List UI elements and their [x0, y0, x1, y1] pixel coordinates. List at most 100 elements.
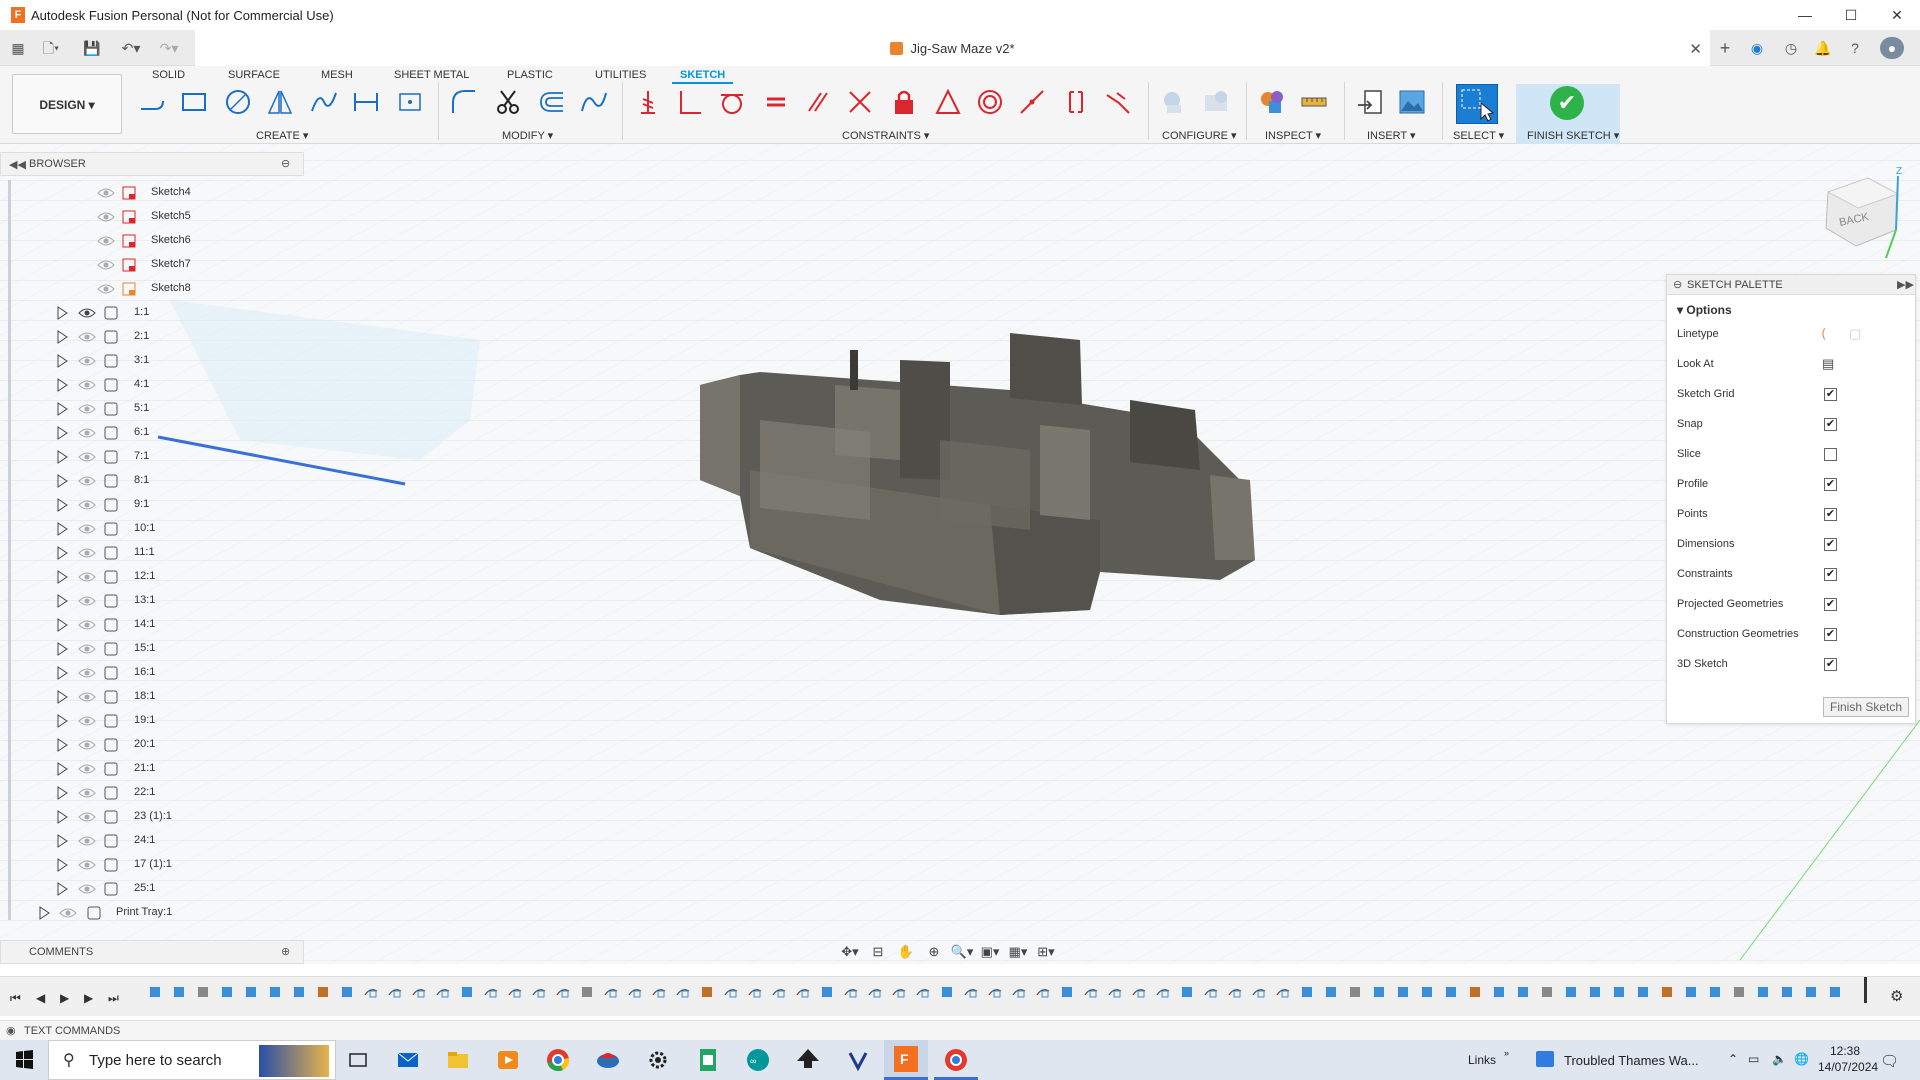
- timeline-feature-icon[interactable]: [1636, 985, 1650, 999]
- timeline-feature-icon[interactable]: [196, 985, 210, 999]
- trim-tool-icon[interactable]: [490, 84, 526, 120]
- browser-print-tray-row[interactable]: Print Tray:1: [0, 902, 300, 924]
- timeline-feature-icon[interactable]: [844, 985, 858, 999]
- visibility-eye-icon[interactable]: [97, 186, 115, 200]
- timeline-feature-icon[interactable]: [1276, 985, 1290, 999]
- timeline-feature-icon[interactable]: [796, 985, 810, 999]
- timeline-feature-icon[interactable]: [1804, 985, 1818, 999]
- view-cube[interactable]: Z BACK: [1810, 164, 1910, 264]
- timeline-feature-icon[interactable]: [628, 985, 642, 999]
- palette-checkbox[interactable]: ✔: [1824, 388, 1837, 401]
- tab-surface[interactable]: SURFACE: [228, 66, 280, 84]
- sketch-scale-tool-icon[interactable]: [576, 84, 612, 120]
- visibility-eye-icon[interactable]: [78, 618, 96, 632]
- orbit-icon[interactable]: ✥▾: [838, 942, 862, 962]
- expand-arrow-icon[interactable]: [56, 690, 68, 704]
- configure-table-icon[interactable]: [1156, 84, 1192, 120]
- expand-arrow-icon[interactable]: [56, 834, 68, 848]
- timeline-feature-icon[interactable]: [1396, 985, 1410, 999]
- tab-solid[interactable]: SOLID: [152, 66, 185, 84]
- expand-arrow-icon[interactable]: [56, 474, 68, 488]
- tab-sheet-metal[interactable]: SHEET METAL: [394, 66, 469, 84]
- visibility-eye-icon[interactable]: [78, 738, 96, 752]
- timeline-feature-icon[interactable]: [1300, 985, 1314, 999]
- timeline-feature-icon[interactable]: [868, 985, 882, 999]
- visibility-eye-icon[interactable]: [78, 594, 96, 608]
- timeline-feature-icon[interactable]: [532, 985, 546, 999]
- visibility-eye-icon[interactable]: [78, 474, 96, 488]
- palette-checkbox[interactable]: [1824, 448, 1837, 461]
- finish-sketch-menu[interactable]: FINISH SKETCH ▾: [1527, 129, 1619, 142]
- timeline-feature-icon[interactable]: [892, 985, 906, 999]
- timeline-marker[interactable]: [1864, 977, 1867, 1003]
- expand-arrow-icon[interactable]: [56, 714, 68, 728]
- browser-sketch-row[interactable]: Sketch8: [0, 278, 300, 300]
- timeline-feature-icon[interactable]: [1492, 985, 1506, 999]
- mirror-tool-icon[interactable]: [262, 84, 298, 120]
- timeline-feature-icon[interactable]: [1036, 985, 1050, 999]
- options-section-toggle[interactable]: ▾ Options: [1677, 303, 1732, 317]
- timeline-feature-icon[interactable]: [1156, 985, 1170, 999]
- inkscape-icon[interactable]: [794, 1046, 822, 1074]
- timeline-feature-icon[interactable]: [604, 985, 618, 999]
- undo-icon[interactable]: ↶▾: [116, 37, 146, 59]
- timeline-feature-icon[interactable]: [556, 985, 570, 999]
- palette-checkbox[interactable]: ✔: [1824, 538, 1837, 551]
- visibility-eye-icon[interactable]: [78, 690, 96, 704]
- visibility-eye-icon[interactable]: [78, 306, 96, 320]
- visibility-eye-icon[interactable]: [78, 810, 96, 824]
- browser-component-row[interactable]: 14:1: [0, 614, 300, 636]
- browser-component-row[interactable]: 4:1: [0, 374, 300, 396]
- timeline-feature-icon[interactable]: [1468, 985, 1482, 999]
- timeline-feature-icon[interactable]: [1828, 985, 1842, 999]
- timeline-feature-icon[interactable]: [220, 985, 234, 999]
- visibility-eye-icon[interactable]: [78, 762, 96, 776]
- browser-component-row[interactable]: 2:1: [0, 326, 300, 348]
- expand-arrow-icon[interactable]: [56, 330, 68, 344]
- timeline-feature-icon[interactable]: [748, 985, 762, 999]
- visibility-eye-icon[interactable]: [78, 402, 96, 416]
- tab-sketch[interactable]: SKETCH: [672, 66, 734, 84]
- tab-utilities[interactable]: UTILITIES: [595, 66, 646, 84]
- settings-gear-icon[interactable]: [644, 1046, 672, 1074]
- select-menu[interactable]: SELECT ▾: [1453, 129, 1504, 142]
- visibility-eye-icon[interactable]: [97, 234, 115, 248]
- palette-checkbox[interactable]: ✔: [1824, 508, 1837, 521]
- job-status-icon[interactable]: ◷: [1780, 37, 1802, 59]
- redo-icon[interactable]: ↷▾: [154, 37, 184, 59]
- news-widget-text[interactable]: Troubled Thames Wa...: [1564, 1053, 1699, 1068]
- timeline-feature-icon[interactable]: [700, 985, 714, 999]
- user-avatar[interactable]: ●: [1880, 37, 1904, 59]
- expand-arrow-icon[interactable]: [56, 666, 68, 680]
- timeline-feature-icon[interactable]: [1612, 985, 1626, 999]
- browser-sketch-row[interactable]: Sketch7: [0, 254, 300, 276]
- extensions-icon[interactable]: ◉: [1746, 37, 1768, 59]
- browser-component-row[interactable]: 20:1: [0, 734, 300, 756]
- workspace-switcher[interactable]: DESIGN ▾: [12, 74, 122, 134]
- collinear-constraint-icon[interactable]: [1014, 84, 1050, 120]
- parallel-constraint-icon[interactable]: [800, 84, 836, 120]
- expand-arrow-icon[interactable]: [56, 762, 68, 776]
- timeline-feature-icon[interactable]: [676, 985, 690, 999]
- timeline-feature-icon[interactable]: [1708, 985, 1722, 999]
- visibility-eye-icon[interactable]: [97, 282, 115, 296]
- visibility-eye-icon[interactable]: [78, 498, 96, 512]
- visibility-eye-icon[interactable]: [78, 354, 96, 368]
- action-center-icon[interactable]: 🗨: [1880, 1052, 1899, 1070]
- browser-component-row[interactable]: 6:1: [0, 422, 300, 444]
- midpoint-constraint-icon[interactable]: [842, 84, 878, 120]
- inspect-menu[interactable]: INSPECT ▾: [1265, 129, 1321, 142]
- timeline-feature-icon[interactable]: [1060, 985, 1074, 999]
- finish-sketch-button[interactable]: Finish Sketch: [1823, 697, 1909, 717]
- browser-component-row[interactable]: 21:1: [0, 758, 300, 780]
- visibility-eye-icon[interactable]: [78, 714, 96, 728]
- expand-arrow-icon[interactable]: [56, 426, 68, 440]
- timeline-settings-gear-icon[interactable]: ⚙: [1890, 987, 1903, 1005]
- visibility-eye-icon[interactable]: [78, 522, 96, 536]
- links-toolbar[interactable]: Links: [1468, 1053, 1496, 1067]
- tangent-constraint-icon[interactable]: [714, 84, 750, 120]
- symmetry-constraint-icon[interactable]: [930, 84, 966, 120]
- timeline-feature-icon[interactable]: [580, 985, 594, 999]
- timeline-feature-icon[interactable]: [1372, 985, 1386, 999]
- timeline-feature-icon[interactable]: [364, 985, 378, 999]
